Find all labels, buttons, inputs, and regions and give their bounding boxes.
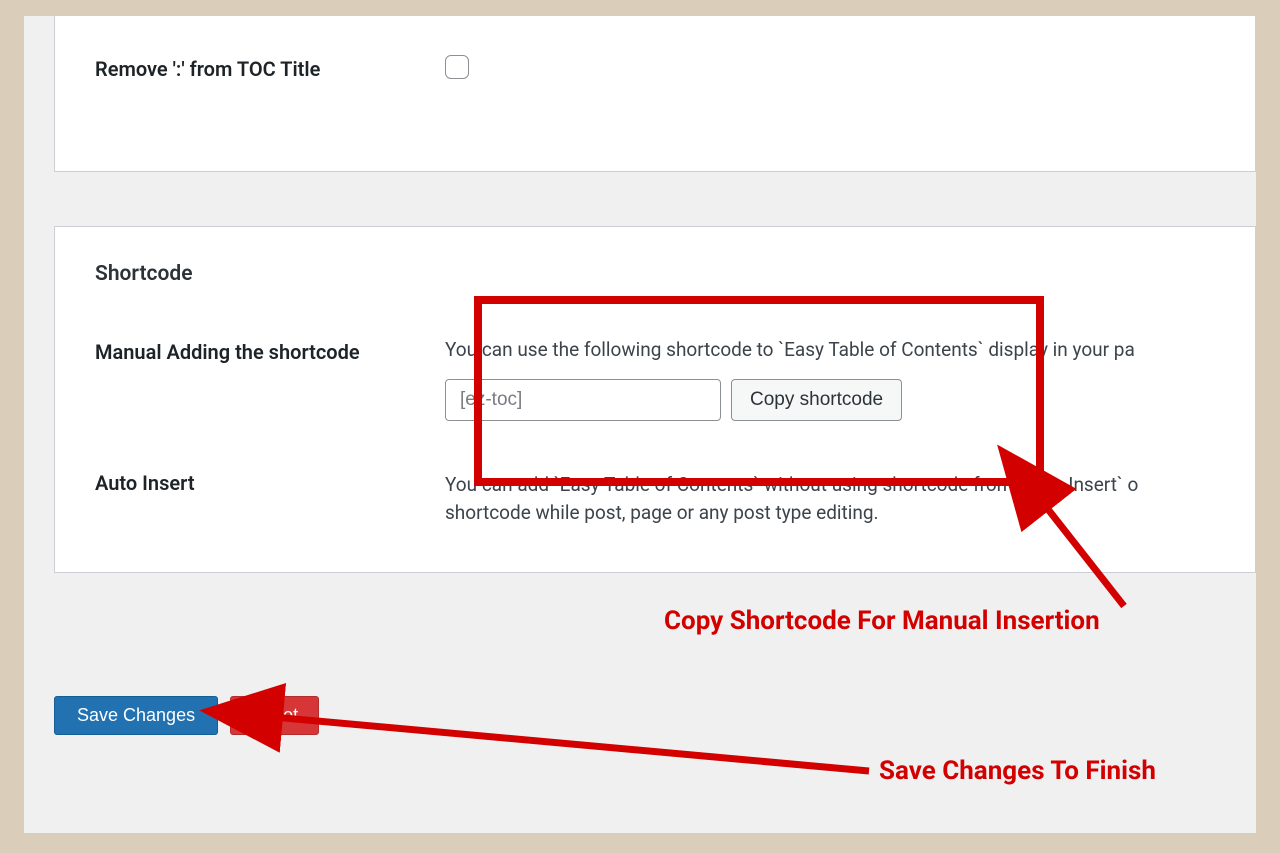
form-buttons: Save Changes Reset — [54, 696, 319, 735]
annotation-text-save: Save Changes To Finish — [879, 756, 1156, 786]
manual-shortcode-desc: You can use the following shortcode to `… — [445, 336, 1215, 365]
auto-insert-label: Auto Insert — [95, 471, 445, 542]
remove-colon-checkbox[interactable] — [445, 55, 469, 79]
row-auto-insert: Auto Insert You can add `Easy Table of C… — [95, 471, 1215, 542]
copy-shortcode-button[interactable]: Copy shortcode — [731, 379, 902, 421]
annotation-text-copy: Copy Shortcode For Manual Insertion — [664, 606, 1100, 636]
reset-button[interactable]: Reset — [230, 696, 319, 735]
remove-colon-label: Remove ':' from TOC Title — [95, 57, 445, 83]
row-remove-colon: Remove ':' from TOC Title — [95, 57, 1215, 83]
shortcode-input[interactable] — [445, 379, 721, 421]
auto-insert-desc: You can add `Easy Table of Contents` wit… — [445, 471, 1215, 528]
save-button[interactable]: Save Changes — [54, 696, 218, 735]
settings-screen: Remove ':' from TOC Title Shortcode Manu… — [24, 16, 1256, 833]
row-manual-shortcode: Manual Adding the shortcode You can use … — [95, 336, 1215, 421]
manual-shortcode-controls: Copy shortcode — [445, 379, 1215, 421]
section-title-shortcode: Shortcode — [95, 262, 1215, 286]
panel-general-tail: Remove ':' from TOC Title — [54, 16, 1256, 172]
panel-shortcode: Shortcode Manual Adding the shortcode Yo… — [54, 226, 1256, 573]
manual-shortcode-label: Manual Adding the shortcode — [95, 336, 445, 421]
